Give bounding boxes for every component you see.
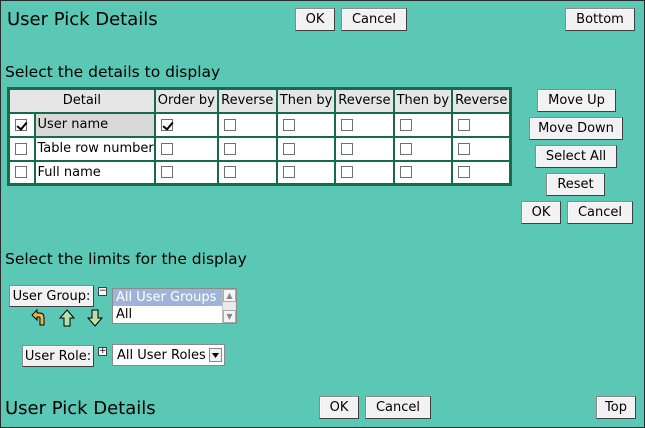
- column-header-then-by-1: Then by: [275, 87, 337, 114]
- select-checkbox-user-name[interactable]: [15, 118, 27, 131]
- table-row: User name: [7, 111, 512, 138]
- then-by-checkbox[interactable]: [282, 118, 295, 131]
- undo-arrow-icon[interactable]: [30, 309, 48, 327]
- select-checkbox-full-name[interactable]: [15, 166, 27, 179]
- reverse-checkbox[interactable]: [341, 118, 354, 131]
- reverse-checkbox[interactable]: [458, 118, 471, 131]
- reverse-checkbox[interactable]: [458, 142, 471, 155]
- reset-button[interactable]: Reset: [546, 173, 605, 196]
- then-by-checkbox[interactable]: [399, 166, 412, 179]
- limits-section-title: Select the limits for the display: [5, 250, 247, 268]
- column-header-then-by-2: Then by: [392, 87, 454, 114]
- footer-title: User Pick Details: [5, 398, 156, 419]
- details-table: Detail Order by Reverse Then by Reverse …: [7, 87, 513, 186]
- user-role-selected-value: All User Roles: [117, 347, 206, 363]
- select-all-button[interactable]: Select All: [535, 145, 617, 168]
- user-role-button[interactable]: User Role:: [22, 345, 94, 367]
- column-header-reverse-2: Reverse: [334, 87, 395, 114]
- reverse-checkbox[interactable]: [223, 118, 236, 131]
- table-row: Table row number: [7, 135, 512, 162]
- user-role-select[interactable]: All User Roles: [112, 344, 225, 366]
- column-header-reverse-3: Reverse: [451, 87, 512, 114]
- user-group-listbox[interactable]: All User Groups All ▲ ▼: [112, 288, 237, 324]
- footer-ok-button[interactable]: OK: [319, 396, 359, 419]
- top-button[interactable]: Top: [596, 396, 636, 419]
- scroll-down-arrow-icon[interactable]: ▼: [223, 310, 236, 323]
- reverse-checkbox[interactable]: [223, 142, 236, 155]
- header-ok-button[interactable]: OK: [295, 8, 335, 31]
- move-down-arrow-icon[interactable]: [86, 309, 104, 327]
- listbox-option-all[interactable]: All: [113, 306, 236, 323]
- move-up-arrow-icon[interactable]: [58, 309, 76, 327]
- footer-cancel-button[interactable]: Cancel: [365, 396, 431, 419]
- chevron-down-icon[interactable]: [209, 348, 222, 362]
- order-by-checkbox[interactable]: [160, 142, 173, 155]
- reverse-checkbox[interactable]: [341, 166, 354, 179]
- header-cancel-button[interactable]: Cancel: [341, 8, 407, 31]
- move-up-button[interactable]: Move Up: [537, 89, 616, 112]
- reverse-checkbox[interactable]: [223, 166, 236, 179]
- then-by-checkbox[interactable]: [282, 142, 295, 155]
- move-down-button[interactable]: Move Down: [529, 117, 623, 140]
- column-header-reverse-1: Reverse: [216, 87, 278, 114]
- details-cancel-button[interactable]: Cancel: [567, 201, 633, 224]
- then-by-checkbox[interactable]: [399, 118, 412, 131]
- collapse-toggle-icon[interactable]: −: [98, 287, 107, 296]
- bottom-button[interactable]: Bottom: [565, 8, 635, 31]
- detail-label: User name: [33, 111, 156, 138]
- order-by-checkbox[interactable]: [160, 118, 173, 131]
- then-by-checkbox[interactable]: [399, 142, 412, 155]
- details-table-header-row: Detail Order by Reverse Then by Reverse …: [7, 87, 512, 114]
- table-row: Full name: [7, 159, 512, 186]
- page-title: User Pick Details: [7, 9, 158, 30]
- details-section-title: Select the details to display: [5, 63, 221, 81]
- select-checkbox-table-row-number[interactable]: [15, 142, 27, 155]
- detail-label: Full name: [33, 159, 156, 186]
- reverse-checkbox[interactable]: [458, 166, 471, 179]
- listbox-option-all-user-groups[interactable]: All User Groups: [113, 289, 236, 306]
- listbox-scrollbar[interactable]: ▲ ▼: [222, 289, 236, 323]
- order-by-checkbox[interactable]: [160, 166, 173, 179]
- details-ok-button[interactable]: OK: [521, 201, 561, 224]
- reverse-checkbox[interactable]: [341, 142, 354, 155]
- then-by-checkbox[interactable]: [282, 166, 295, 179]
- detail-label: Table row number: [33, 135, 156, 162]
- column-header-detail: Detail: [7, 87, 156, 114]
- expand-toggle-icon[interactable]: +: [98, 347, 107, 356]
- user-group-button[interactable]: User Group:: [9, 285, 94, 307]
- column-header-order-by: Order by: [153, 87, 219, 114]
- scroll-up-arrow-icon[interactable]: ▲: [223, 289, 236, 302]
